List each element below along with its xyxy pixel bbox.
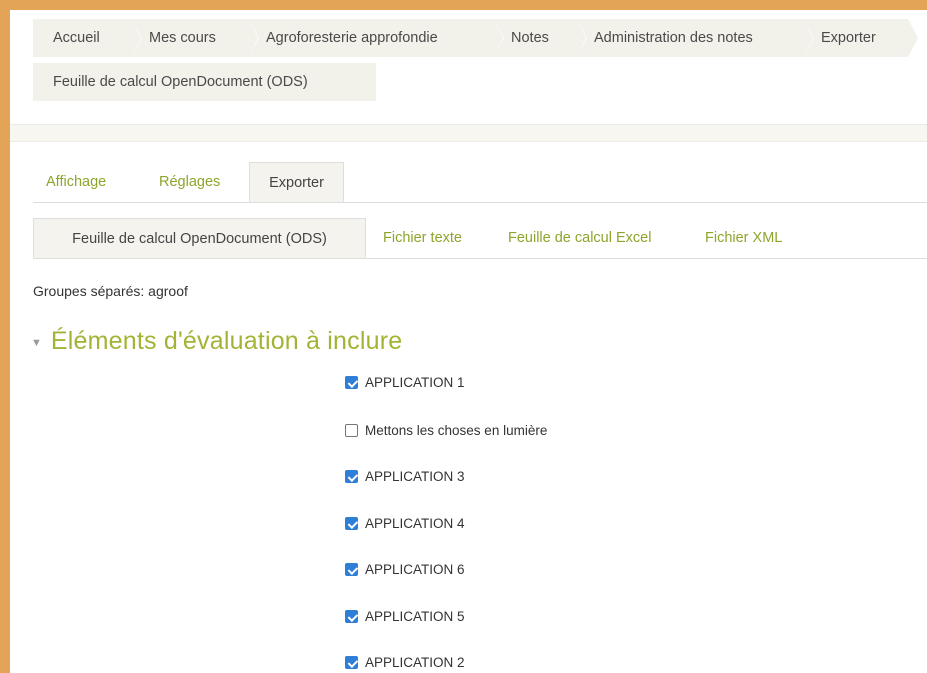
- breadcrumb-item-course[interactable]: Agroforesterie approfondie: [248, 19, 504, 57]
- checkbox-icon[interactable]: [345, 424, 358, 437]
- tab-xml[interactable]: Fichier XML: [705, 218, 782, 258]
- grade-item-label: Mettons les choses en lumière: [365, 423, 548, 438]
- tab-exporter[interactable]: Exporter: [249, 162, 344, 202]
- section-header[interactable]: ▼ Éléments d'évaluation à inclure: [31, 327, 402, 356]
- grade-item-label: APPLICATION 3: [365, 469, 465, 484]
- grade-item-label: APPLICATION 2: [365, 655, 465, 670]
- grade-item[interactable]: APPLICATION 1: [345, 375, 465, 390]
- tab-affichage[interactable]: Affichage: [46, 162, 106, 202]
- grade-item-label: APPLICATION 5: [365, 609, 465, 624]
- breadcrumb-item-exporter[interactable]: Exporter: [803, 19, 919, 57]
- grade-item[interactable]: APPLICATION 3: [345, 469, 465, 484]
- tab-ods[interactable]: Feuille de calcul OpenDocument (ODS): [33, 218, 366, 258]
- tab-excel[interactable]: Feuille de calcul Excel: [508, 218, 651, 258]
- header-divider: [10, 124, 927, 142]
- grade-item[interactable]: Mettons les choses en lumière: [345, 423, 547, 438]
- grade-item-label: APPLICATION 6: [365, 562, 465, 577]
- tab-reglages[interactable]: Réglages: [159, 162, 220, 202]
- section-title: Éléments d'évaluation à inclure: [50, 327, 403, 355]
- breadcrumb-item-grade-admin[interactable]: Administration des notes: [576, 19, 814, 57]
- breadcrumb: Accueil Mes cours Agroforesterie approfo…: [33, 19, 927, 101]
- window-frame-left: [0, 0, 10, 673]
- checkbox-icon[interactable]: [345, 470, 358, 483]
- checkbox-icon[interactable]: [345, 656, 358, 669]
- triangle-down-icon[interactable]: ▼: [31, 337, 42, 349]
- breadcrumb-item-accueil[interactable]: Accueil: [33, 19, 142, 57]
- primary-tabs: Affichage Réglages Exporter: [33, 162, 927, 203]
- breadcrumb-current: Feuille de calcul OpenDocument (ODS): [33, 63, 376, 101]
- checkbox-icon[interactable]: [345, 517, 358, 530]
- groups-label: Groupes séparés: agroof: [33, 283, 188, 299]
- breadcrumb-item-notes[interactable]: Notes: [493, 19, 587, 57]
- grade-item[interactable]: APPLICATION 5: [345, 609, 465, 624]
- breadcrumb-item-mes-cours[interactable]: Mes cours: [131, 19, 259, 57]
- grade-item[interactable]: APPLICATION 6: [345, 562, 465, 577]
- checkbox-icon[interactable]: [345, 563, 358, 576]
- grade-item-label: APPLICATION 1: [365, 375, 465, 390]
- tab-fichier-texte[interactable]: Fichier texte: [383, 218, 462, 258]
- window-frame-top: [0, 0, 927, 10]
- checkbox-icon[interactable]: [345, 610, 358, 623]
- grade-item[interactable]: APPLICATION 4: [345, 516, 465, 531]
- grade-item-label: APPLICATION 4: [365, 516, 465, 531]
- secondary-tabs: Feuille de calcul OpenDocument (ODS) Fic…: [33, 218, 927, 259]
- grade-item[interactable]: APPLICATION 2: [345, 655, 465, 670]
- checkbox-icon[interactable]: [345, 376, 358, 389]
